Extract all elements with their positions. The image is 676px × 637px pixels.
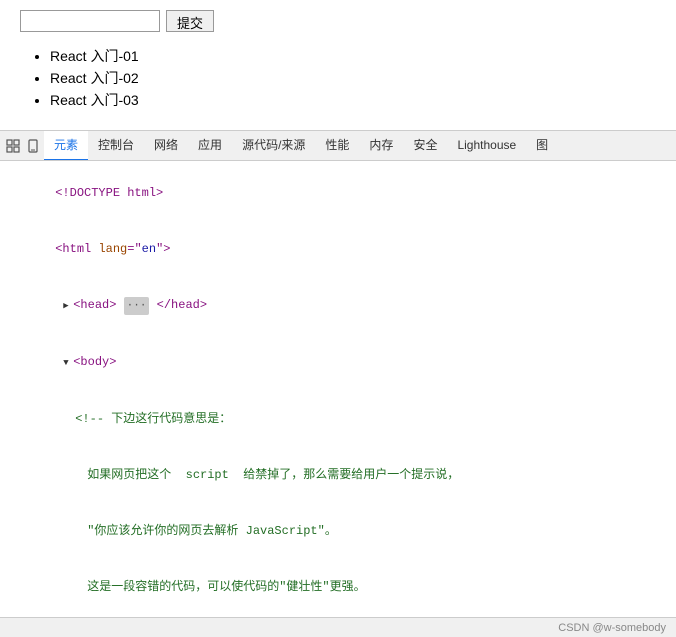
tab-sources[interactable]: 源代码/来源 [232, 131, 315, 161]
tab-performance[interactable]: 性能 [315, 131, 359, 161]
list-item: React 入门-03 [50, 90, 656, 110]
triangle-icon[interactable]: ▶ [63, 297, 73, 315]
tab-console[interactable]: 控制台 [88, 131, 144, 161]
dom-line-comment-1: 如果网页把这个 script 给禁掉了，那么需要给用户一个提示说， [0, 447, 676, 503]
list-item: React 入门-02 [50, 68, 656, 88]
dom-line-body[interactable]: ▼<body> [0, 334, 676, 391]
search-submit-button[interactable]: 提交 [166, 10, 214, 32]
react-list: React 入门-01 React 入门-02 React 入门-03 [20, 46, 656, 110]
search-input[interactable] [20, 10, 160, 32]
list-item: React 入门-01 [50, 46, 656, 66]
search-bar: 提交 [20, 10, 656, 32]
dom-line-comment-3: 这是一段容错的代码，可以使代码的"健壮性"更强。 [0, 559, 676, 615]
tab-memory[interactable]: 内存 [359, 131, 403, 161]
devtools-footer: CSDN @w-somebody [0, 617, 676, 637]
devtools-panel: 元素 控制台 网络 应用 源代码/来源 性能 内存 安全 Lighthouse … [0, 130, 676, 637]
dom-line-head[interactable]: ▶<head> ··· </head> [0, 277, 676, 334]
dom-line-comment-start: <!-- 下边这行代码意思是： [0, 391, 676, 447]
tab-more[interactable]: 图 [526, 131, 558, 161]
device-icon[interactable] [24, 137, 42, 155]
dom-line-comment-2: "你应该允许你的网页去解析 JavaScript"。 [0, 503, 676, 559]
triangle-icon[interactable]: ▼ [63, 354, 73, 372]
tab-elements[interactable]: 元素 [44, 131, 88, 161]
dom-inspector[interactable]: <!DOCTYPE html> <html lang="en"> ▶<head>… [0, 161, 676, 617]
tab-lighthouse[interactable]: Lighthouse [447, 131, 526, 161]
dom-line-html: <html lang="en"> [0, 221, 676, 277]
inspect-icon[interactable] [4, 137, 22, 155]
devtools-tab-bar: 元素 控制台 网络 应用 源代码/来源 性能 内存 安全 Lighthouse … [0, 131, 676, 161]
dom-line-noscript: <noscript>You need to enable JavaScript … [0, 615, 676, 617]
dom-line-doctype: <!DOCTYPE html> [0, 165, 676, 221]
tab-security[interactable]: 安全 [403, 131, 447, 161]
footer-text: CSDN @w-somebody [558, 622, 666, 634]
browser-page-content: 提交 React 入门-01 React 入门-02 React 入门-03 [0, 0, 676, 130]
tab-network[interactable]: 网络 [144, 131, 188, 161]
tab-application[interactable]: 应用 [188, 131, 232, 161]
